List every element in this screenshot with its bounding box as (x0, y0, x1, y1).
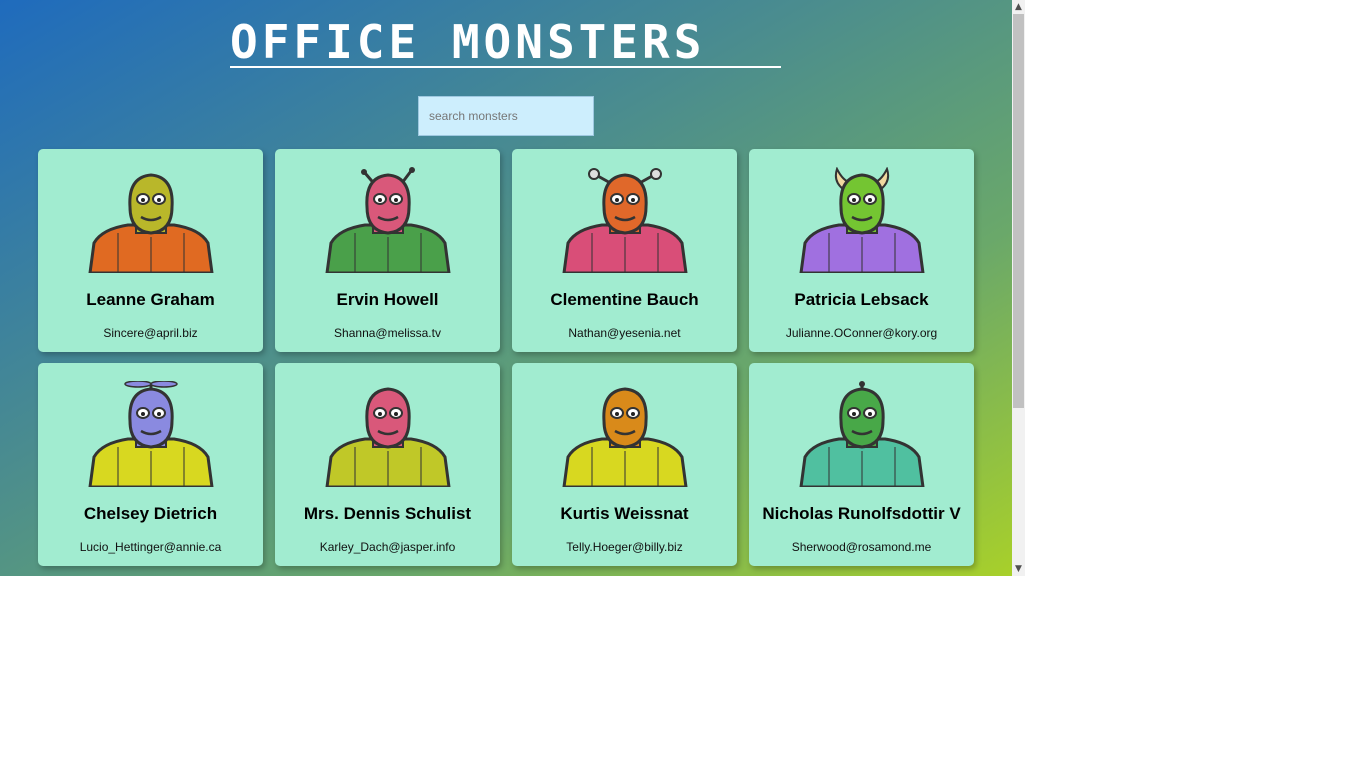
monster-avatar (324, 167, 451, 273)
monster-card[interactable]: Kurtis Weissnat Telly.Hoeger@billy.biz (512, 363, 737, 566)
monster-card[interactable]: Patricia Lebsack Julianne.OConner@kory.or… (749, 149, 974, 352)
app-viewport: OFFICE MONSTERS Leanne Graham Sincere@apr… (0, 0, 1012, 576)
monster-name: Chelsey Dietrich (83, 504, 218, 523)
monster-email: Julianne.OConner@kory.org (785, 326, 938, 340)
monster-email: Nathan@yesenia.net (568, 326, 681, 340)
monster-card[interactable]: Leanne Graham Sincere@april.biz (38, 149, 263, 352)
monster-name: Leanne Graham (86, 290, 215, 309)
monster-email: Karley_Dach@jasper.info (319, 540, 456, 554)
monster-email: Telly.Hoeger@billy.biz (566, 540, 683, 554)
monster-avatar (87, 381, 214, 487)
card-list: Leanne Graham Sincere@april.biz Ervin How… (38, 149, 976, 566)
page-title: OFFICE MONSTERS (230, 18, 781, 68)
vertical-scrollbar[interactable]: ▲ ▼ (1012, 0, 1025, 576)
monster-card[interactable]: Nicholas Runolfsdottir V Sherwood@rosamon… (749, 363, 974, 566)
monster-avatar (561, 168, 688, 273)
search-input[interactable] (418, 96, 594, 136)
monster-card[interactable]: Mrs. Dennis Schulist Karley_Dach@jasper.i… (275, 363, 500, 566)
monster-email: Shanna@melissa.tv (334, 326, 441, 340)
monster-name: Nicholas Runolfsdottir V (762, 504, 961, 523)
monster-avatar (87, 173, 214, 273)
monster-card[interactable]: Clementine Bauch Nathan@yesenia.net (512, 149, 737, 352)
scrollbar-thumb[interactable] (1013, 14, 1024, 408)
monster-email: Sincere@april.biz (103, 326, 198, 340)
scroll-up-icon[interactable]: ▲ (1012, 0, 1025, 14)
monster-email: Sherwood@rosamond.me (791, 540, 932, 554)
monster-name: Kurtis Weissnat (560, 504, 689, 523)
monster-name: Ervin Howell (336, 290, 439, 309)
monster-avatar (798, 167, 925, 273)
monster-avatar (324, 387, 451, 487)
monster-card[interactable]: Chelsey Dietrich Lucio_Hettinger@annie.ca (38, 363, 263, 566)
monster-name: Patricia Lebsack (794, 290, 929, 309)
monster-name: Mrs. Dennis Schulist (303, 504, 472, 523)
monster-card[interactable]: Ervin Howell Shanna@melissa.tv (275, 149, 500, 352)
monster-avatar (798, 381, 925, 487)
monster-name: Clementine Bauch (550, 290, 699, 309)
monster-email: Lucio_Hettinger@annie.ca (79, 540, 222, 554)
scroll-down-icon[interactable]: ▼ (1012, 562, 1025, 576)
monster-avatar (561, 387, 688, 487)
